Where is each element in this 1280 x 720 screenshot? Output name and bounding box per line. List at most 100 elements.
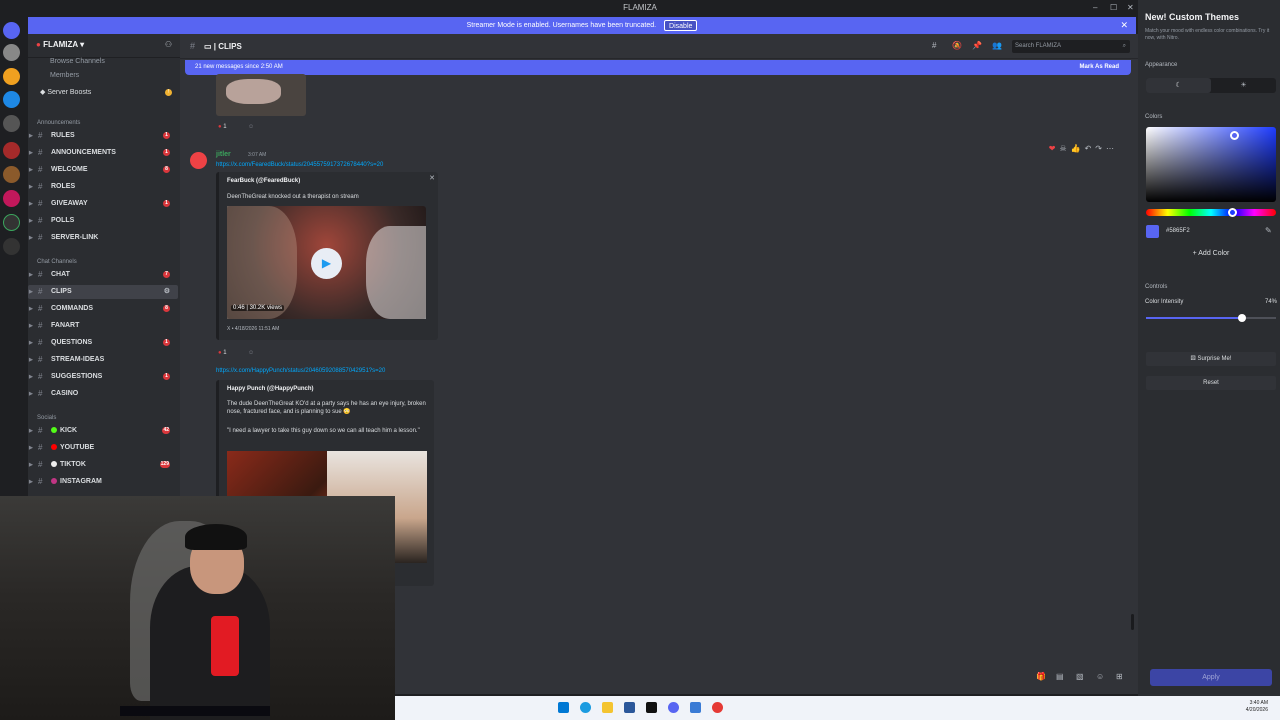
discord-icon[interactable] xyxy=(668,702,679,713)
members[interactable]: Members xyxy=(28,69,180,83)
channel-instagram[interactable]: ▶ # INSTAGRAM xyxy=(28,475,178,489)
server-boosts[interactable]: ◆ Server Boosts! xyxy=(28,86,180,100)
color-swatch[interactable] xyxy=(1146,225,1159,238)
embed-author[interactable]: Happy Punch (@HappyPunch) xyxy=(227,386,314,392)
hue-handle[interactable] xyxy=(1228,208,1237,217)
channel-clips[interactable]: ▶ # CLIPS ⚙ xyxy=(28,285,178,299)
search-input[interactable]: Search FLAMIZA ⌕ xyxy=(1012,40,1130,53)
video-thumbnail[interactable]: ▶ 0:46 | 30.2K views xyxy=(227,206,426,319)
channel-welcome[interactable]: ▶ # WELCOME 8 xyxy=(28,163,178,177)
app-icon[interactable] xyxy=(624,702,635,713)
timestamp: 3:07 AM xyxy=(248,152,267,158)
minimize-icon[interactable]: – xyxy=(1093,3,1097,12)
terminal-icon[interactable] xyxy=(646,702,657,713)
pin-icon[interactable]: 📌 xyxy=(972,41,982,50)
search-icon: ⌕ xyxy=(1122,43,1126,49)
add-reaction-icon[interactable]: ☺ xyxy=(248,124,254,130)
message-actions[interactable]: ❤☠👍↶↷⋯ xyxy=(1049,144,1118,153)
channel-suggestions[interactable]: ▶ # SUGGESTIONS 1 xyxy=(28,370,178,384)
server-icon[interactable] xyxy=(3,91,20,108)
sticker-icon[interactable]: ▧ xyxy=(1076,672,1084,681)
avatar[interactable] xyxy=(190,152,207,169)
home-icon[interactable] xyxy=(3,22,20,39)
threads-icon[interactable]: # xyxy=(932,41,936,50)
channel-chat[interactable]: ▶ # CHAT 7 xyxy=(28,268,178,282)
close-embed-icon[interactable]: ✕ xyxy=(429,174,435,182)
server-icon[interactable] xyxy=(3,166,20,183)
kick-icon xyxy=(51,427,57,433)
category-announcements[interactable]: Announcements xyxy=(37,120,80,126)
close-icon[interactable]: ✕ xyxy=(1120,17,1128,34)
server-icon[interactable] xyxy=(3,115,20,132)
channel-questions[interactable]: ▶ # QUESTIONS 1 xyxy=(28,336,178,350)
channel-stream-ideas[interactable]: ▶ # STREAM-IDEAS xyxy=(28,353,178,367)
intensity-handle[interactable] xyxy=(1238,314,1247,322)
disable-button[interactable]: Disable xyxy=(664,19,698,31)
mark-as-read-button[interactable]: Mark As Read xyxy=(1080,60,1119,75)
gif-icon[interactable]: ▤ xyxy=(1056,672,1064,681)
surprise-me-button[interactable]: ⚄ Surprise Me! xyxy=(1146,352,1276,366)
appearance-toggle[interactable]: ☾ ☀ xyxy=(1146,78,1276,93)
apps-icon[interactable]: ⊞ xyxy=(1116,672,1123,681)
reset-button[interactable]: Reset xyxy=(1146,376,1276,390)
maximize-icon[interactable]: ☐ xyxy=(1110,3,1117,12)
channel-rules[interactable]: ▶ # RULES 1 xyxy=(28,129,178,143)
picker-handle[interactable] xyxy=(1230,131,1239,140)
browse-channels[interactable]: Browse Channels xyxy=(28,55,180,69)
channel-commands[interactable]: ▶ # COMMANDS 8 xyxy=(28,302,178,316)
add-member-icon[interactable]: ⚇ xyxy=(165,40,172,49)
channel-polls[interactable]: ▶ # POLLS xyxy=(28,214,178,228)
dark-mode-icon[interactable]: ☾ xyxy=(1146,78,1211,93)
video-preview[interactable] xyxy=(216,74,306,116)
category-socials[interactable]: Socials xyxy=(37,415,56,421)
start-icon[interactable] xyxy=(558,702,569,713)
tweet-link[interactable]: https://x.com/HappyPunch/status/20460592… xyxy=(216,368,385,374)
channel-fanart[interactable]: ▶ # FANART xyxy=(28,319,178,333)
reply-icon: ↶ xyxy=(1084,144,1096,153)
hue-slider[interactable] xyxy=(1146,208,1276,217)
notifications-icon[interactable]: 🔕 xyxy=(952,41,962,50)
app-icon[interactable] xyxy=(690,702,701,713)
color-picker[interactable] xyxy=(1146,127,1276,202)
channel-tiktok[interactable]: ▶ # TIKTOK 129 xyxy=(28,458,178,472)
author-name[interactable]: jitler xyxy=(216,151,231,158)
explorer-icon[interactable] xyxy=(602,702,613,713)
reaction[interactable]: ● 1 xyxy=(218,124,227,130)
channel-server-link[interactable]: ▶ # SERVER-LINK xyxy=(28,231,178,245)
channel-roles[interactable]: ▶ # ROLES xyxy=(28,180,178,194)
channel-casino[interactable]: ▶ # CASINO xyxy=(28,387,178,401)
eyedropper-icon[interactable]: ✎ xyxy=(1265,226,1272,235)
new-messages-bar[interactable]: 21 new messages since 2:50 AM Mark As Re… xyxy=(185,60,1131,75)
intensity-slider[interactable] xyxy=(1146,314,1276,322)
discover-icon[interactable] xyxy=(3,238,20,255)
channel-youtube[interactable]: ▶ # YOUTUBE xyxy=(28,441,178,455)
add-color-button[interactable]: + Add Color xyxy=(1146,250,1276,257)
settings-icon[interactable]: ⚙ xyxy=(164,285,170,299)
channel-announcements[interactable]: ▶ # ANNOUNCEMENTS 1 xyxy=(28,146,178,160)
embed-author[interactable]: FearBuck (@FearedBuck) xyxy=(227,178,300,184)
server-icon[interactable] xyxy=(3,44,20,61)
server-icon[interactable] xyxy=(3,190,20,207)
member-list-icon[interactable]: 👥 xyxy=(992,41,1002,50)
add-reaction-icon[interactable]: ☺ xyxy=(248,350,254,356)
gift-icon[interactable]: 🎁 xyxy=(1036,672,1046,681)
edge-icon[interactable] xyxy=(580,702,591,713)
channel-giveaway[interactable]: ▶ # GIVEAWAY 1 xyxy=(28,197,178,211)
apply-button[interactable]: Apply xyxy=(1150,669,1272,686)
close-window-icon[interactable]: ✕ xyxy=(1127,3,1134,12)
clock[interactable]: 3:40 AM 4/20/2026 xyxy=(1246,700,1268,714)
server-icon[interactable] xyxy=(3,68,20,85)
channel-kick[interactable]: ▶ # KICK 42 xyxy=(28,424,178,438)
add-server-icon[interactable] xyxy=(3,214,20,231)
hex-input[interactable]: #5865F2 xyxy=(1166,228,1190,234)
emoji-icon[interactable]: ☺ xyxy=(1096,672,1104,681)
reaction[interactable]: ● 1 xyxy=(218,350,227,356)
light-mode-icon[interactable]: ☀ xyxy=(1211,78,1276,93)
server-icon[interactable] xyxy=(3,142,20,159)
category-chat[interactable]: Chat Channels xyxy=(37,259,77,265)
play-icon[interactable]: ▶ xyxy=(311,248,342,279)
message-composer[interactable]: 🎁 ▤ ▧ ☺ ⊞ xyxy=(395,668,1137,688)
obs-icon[interactable] xyxy=(712,702,723,713)
tweet-link[interactable]: https://x.com/FearedBuck/status/20455759… xyxy=(216,162,383,168)
scrollbar[interactable] xyxy=(1131,614,1134,630)
